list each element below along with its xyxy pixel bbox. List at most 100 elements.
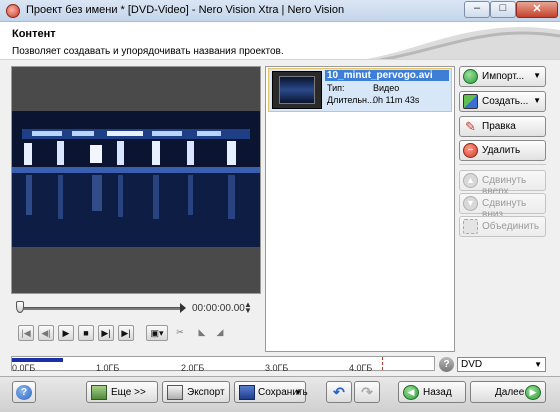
window-title: Проект без имени * [DVD-Video] - Nero Vi…	[26, 4, 345, 16]
merge-icon	[463, 219, 478, 234]
prev-frame-button[interactable]: ◀|	[38, 325, 54, 341]
import-plus-icon	[463, 69, 478, 84]
maximize-icon: □	[499, 2, 507, 14]
scissors-icon: ✂	[176, 327, 184, 337]
chevron-down-icon: ▼	[533, 71, 541, 80]
cut-button[interactable]: ✂	[172, 325, 188, 341]
edit-button[interactable]: ✎ Правка	[459, 116, 546, 137]
maximize-button[interactable]: □	[490, 1, 516, 18]
go-end-button[interactable]: ▶|	[118, 325, 134, 341]
go-end-icon: ▶|	[121, 328, 131, 338]
import-label: Импорт...	[482, 71, 525, 82]
time-spinner-icon[interactable]: ▲ ▼	[244, 301, 252, 315]
stop-icon: ■	[83, 328, 89, 338]
capacity-limit-marker	[382, 357, 383, 370]
seek-track[interactable]	[20, 307, 180, 310]
item-duration-label: Длительн...	[327, 95, 375, 105]
capacity-tick-label: 2.0ГБ	[181, 363, 205, 373]
item-title[interactable]: 10_minut_pervogo.avi	[325, 70, 449, 81]
help-button[interactable]: ?	[12, 381, 36, 403]
export-film-icon	[167, 385, 183, 400]
undo-button[interactable]: ↶	[326, 381, 352, 403]
save-button[interactable]: Сохранить ▼	[234, 381, 308, 403]
next-button[interactable]: Далее ▶	[470, 381, 546, 403]
capacity-tick-label: 1.0ГБ	[96, 363, 120, 373]
seek-end-marker-icon	[180, 303, 186, 313]
seek-slider-handle[interactable]	[16, 301, 24, 313]
edit-label: Правка	[482, 121, 516, 132]
prev-frame-icon: ◀|	[41, 328, 51, 338]
video-frame	[12, 111, 260, 247]
time-display: 00:00:00.00	[192, 303, 245, 314]
minimize-icon: –	[473, 2, 481, 14]
more-image-icon	[91, 385, 107, 400]
mark-out-icon: ◢	[216, 327, 224, 337]
move-up-button[interactable]: ▲ Сдвинуть вверх	[459, 170, 546, 197]
chevron-down-icon: ▼	[294, 388, 302, 397]
item-type-label: Тип:	[327, 83, 345, 93]
stop-button[interactable]: ■	[78, 325, 94, 341]
play-button[interactable]: ▶	[58, 325, 74, 341]
header-swoosh-graphic	[366, 27, 560, 59]
mark-out-button[interactable]: ◢	[212, 325, 228, 341]
minimize-button[interactable]: –	[464, 1, 490, 18]
merge-label: Объединить	[482, 221, 540, 232]
import-button[interactable]: Импорт... ▼	[459, 66, 546, 87]
thumbnail-image	[279, 76, 315, 104]
mark-in-icon: ◣	[198, 327, 206, 337]
disc-type-select[interactable]: DVD ▼	[457, 357, 546, 372]
create-button[interactable]: Создать... ▼	[459, 91, 546, 112]
more-label: Еще >>	[111, 387, 146, 398]
more-button[interactable]: Еще >>	[86, 381, 158, 403]
video-thumbnail	[272, 71, 322, 109]
action-separator	[459, 164, 546, 165]
next-frame-icon: ▶|	[101, 328, 111, 338]
disc-type-value: DVD	[461, 359, 483, 370]
arrow-down-icon: ▼	[463, 196, 478, 211]
pencil-icon: ✎	[465, 119, 476, 134]
capacity-tick-label: 0.0ГБ	[12, 363, 36, 373]
item-duration-value: 0h 11m 43s	[373, 95, 420, 105]
arrow-up-icon: ▲	[463, 173, 478, 188]
undo-icon: ↶	[333, 384, 345, 400]
redo-button[interactable]: ↷	[354, 381, 380, 403]
chevron-down-icon: ▼	[534, 360, 542, 369]
capacity-tick-label: 4.0ГБ	[349, 363, 373, 373]
merge-button[interactable]: Объединить	[459, 216, 546, 237]
delete-minus-icon: −	[463, 143, 478, 158]
delete-button[interactable]: − Удалить	[459, 140, 546, 161]
redo-icon: ↷	[361, 384, 373, 400]
snapshot-icon: ▣▾	[150, 328, 164, 338]
mark-in-button[interactable]: ◣	[194, 325, 210, 341]
move-down-button[interactable]: ▼ Сдвинуть вниз	[459, 193, 546, 220]
page-subtitle: Позволяет создавать и упорядочивать назв…	[12, 46, 284, 57]
help-icon: ?	[16, 385, 32, 400]
video-still-image	[12, 111, 260, 247]
next-label: Далее	[495, 387, 525, 398]
close-button[interactable]: ✕	[516, 1, 558, 18]
list-item[interactable]: 10_minut_pervogo.avi Тип: Видео Длительн…	[268, 68, 452, 112]
app-icon[interactable]	[6, 4, 20, 18]
close-icon: ✕	[532, 3, 542, 15]
project-list[interactable]: 10_minut_pervogo.avi Тип: Видео Длительн…	[265, 66, 455, 352]
capacity-tick-label: 3.0ГБ	[265, 363, 289, 373]
disc-capacity-fill	[12, 358, 63, 362]
next-frame-button[interactable]: ▶|	[98, 325, 114, 341]
arrow-right-icon: ▶	[525, 385, 541, 400]
snapshot-button[interactable]: ▣▾	[146, 325, 168, 341]
go-start-button[interactable]: |◀	[18, 325, 34, 341]
chevron-down-icon: ▼	[533, 96, 541, 105]
export-button[interactable]: Экспорт	[162, 381, 230, 403]
create-icon	[463, 94, 478, 109]
back-label: Назад	[423, 387, 452, 398]
delete-label: Удалить	[482, 145, 521, 156]
back-button[interactable]: ◀ Назад	[398, 381, 466, 403]
create-label: Создать...	[482, 96, 529, 107]
capacity-help-icon[interactable]: ?	[439, 357, 454, 372]
floppy-disk-icon	[239, 385, 255, 400]
go-start-icon: |◀	[21, 328, 31, 338]
video-preview	[11, 66, 261, 294]
item-type-value: Видео	[373, 83, 400, 93]
export-label: Экспорт	[187, 387, 225, 398]
arrow-left-icon: ◀	[403, 385, 419, 400]
